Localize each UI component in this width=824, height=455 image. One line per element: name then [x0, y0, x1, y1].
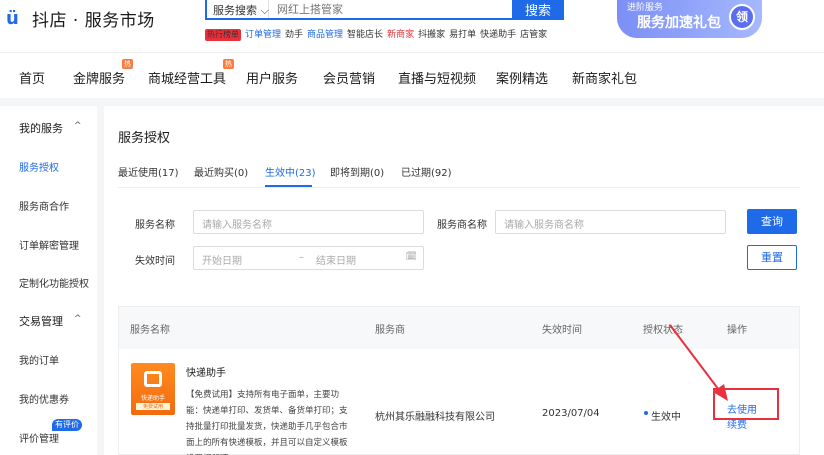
- arrow-line: [669, 324, 723, 395]
- annotation-arrow: [669, 324, 728, 401]
- annotation-highlight-box: [713, 388, 779, 420]
